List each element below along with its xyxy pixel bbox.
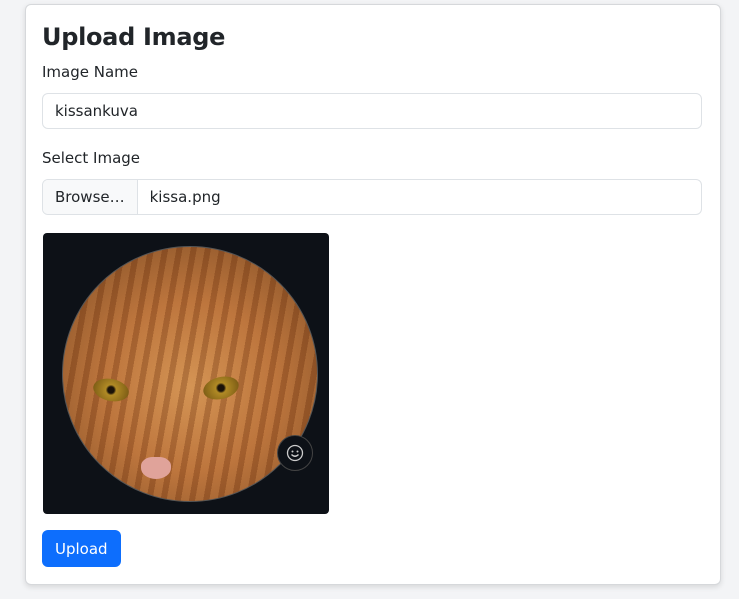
smiley-icon[interactable] <box>277 435 313 471</box>
cat-eye-left <box>91 375 131 405</box>
page-title: Upload Image <box>42 23 226 51</box>
upload-card: Upload Image Image Name kissankuva Selec… <box>25 4 721 585</box>
image-name-value: kissankuva <box>55 102 138 120</box>
file-input[interactable]: Browse… kissa.png <box>42 179 702 215</box>
image-preview <box>43 233 329 514</box>
image-name-label: Image Name <box>42 63 138 81</box>
file-name: kissa.png <box>149 188 221 206</box>
cat-eye-right <box>200 372 242 404</box>
select-image-label: Select Image <box>42 149 141 167</box>
image-name-input[interactable]: kissankuva <box>42 93 702 129</box>
upload-button[interactable]: Upload <box>42 530 121 567</box>
browse-button[interactable]: Browse… <box>43 180 138 214</box>
cat-nose <box>141 457 171 479</box>
